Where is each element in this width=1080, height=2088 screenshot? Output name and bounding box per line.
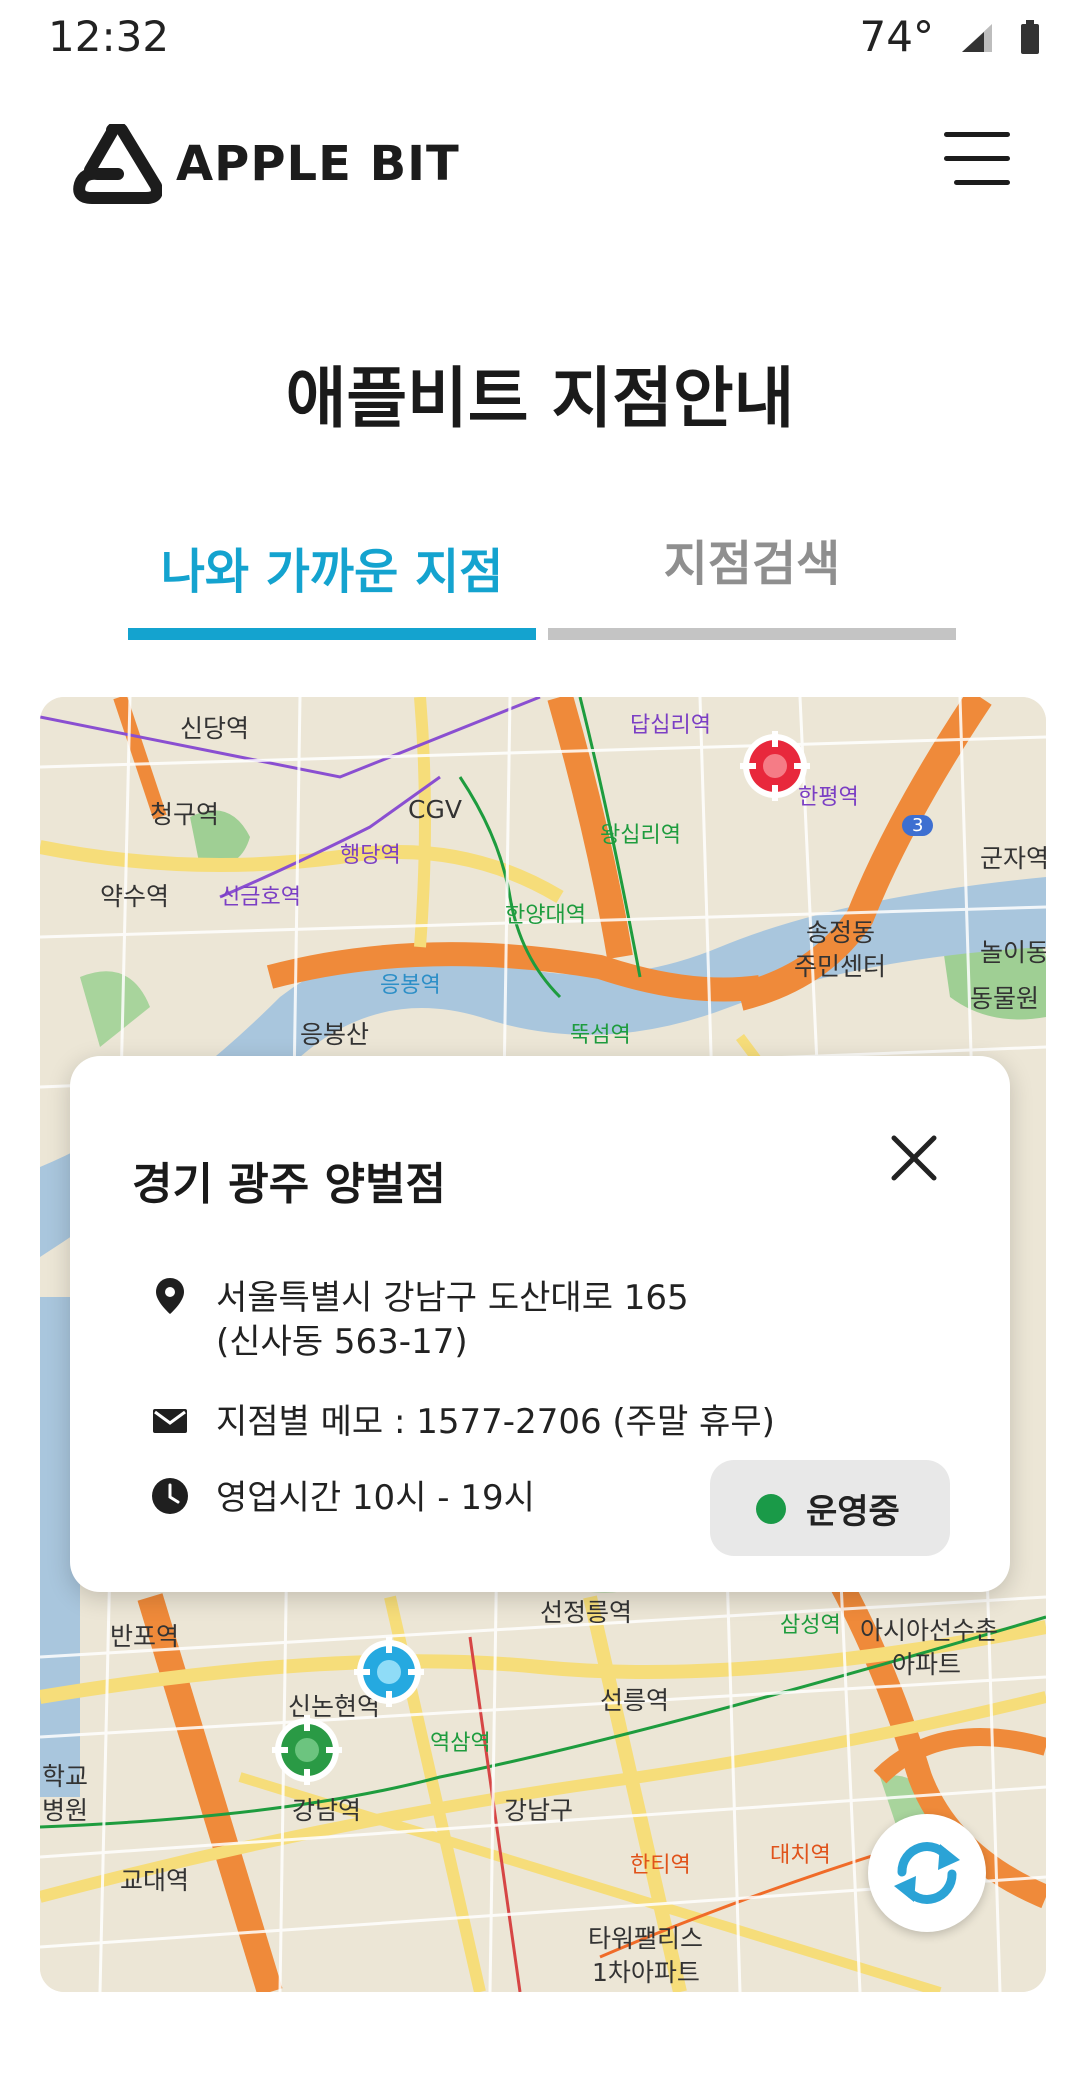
status-dot — [756, 1494, 786, 1524]
apple-bit-logo-icon — [73, 124, 162, 204]
close-icon[interactable] — [888, 1132, 940, 1184]
map-label: 반포역 — [110, 1622, 180, 1651]
map-label: 학교 — [42, 1762, 89, 1791]
operating-status-badge[interactable]: 운영중 — [710, 1460, 950, 1556]
map-label: 타워팰리스 — [588, 1924, 704, 1953]
tab-label: 지점검색 — [663, 536, 841, 592]
map-label: 3 — [902, 815, 934, 836]
status-temperature: 74° — [859, 12, 934, 61]
branch-address-row: 서울특별시 강남구 도산대로 165 (신사동 563-17) — [150, 1276, 689, 1364]
app-header: APPLE BIT — [0, 110, 1080, 220]
map-label: 행당역 — [340, 843, 401, 868]
map-label: 송정동 — [806, 918, 876, 947]
map-label: 삼성역 — [780, 1613, 841, 1638]
map-label: 대치역 — [770, 1843, 831, 1868]
branch-marker-green[interactable] — [272, 1715, 342, 1785]
branch-name: 경기 광주 양벌점 — [132, 1159, 446, 1210]
hamburger-menu-icon[interactable] — [938, 132, 1010, 188]
branch-memo: 지점별 메모 : 1577-2706 (주말 휴무) — [216, 1402, 775, 1442]
map-label: 아시아선수촌 — [860, 1616, 999, 1645]
map-label: 주민센터 — [794, 952, 887, 981]
map-label: 청구역 — [150, 800, 220, 829]
map-label: 한티역 — [630, 1853, 691, 1878]
map-label: 강남역 — [292, 1796, 362, 1825]
map-label: 동물원 — [970, 984, 1040, 1013]
tab-indicator — [548, 628, 956, 640]
logo[interactable]: APPLE BIT — [72, 124, 460, 204]
map-label: CGV — [408, 795, 462, 824]
tab-nearby-branches[interactable]: 나와 가까운 지점 — [128, 520, 536, 640]
map-label: 한양대역 — [505, 903, 586, 928]
page-title: 애플비트 지점안내 — [285, 360, 795, 437]
map-label: 왕십리역 — [600, 823, 681, 848]
branch-marker-red[interactable] — [740, 731, 810, 801]
map-label: 강남구 — [504, 1796, 574, 1825]
logo-text: APPLE BIT — [176, 136, 460, 192]
signal-icon — [962, 23, 992, 52]
status-bar: 12:32 74° — [0, 0, 1080, 76]
branch-info-card: 경기 광주 양벌점 서울특별시 강남구 도산대로 165 (신사동 563-17… — [70, 1056, 1010, 1592]
tab-bar: 나와 가까운 지점 지점검색 — [128, 520, 956, 640]
map-label: 응봉산 — [300, 1020, 370, 1049]
branch-marker-blue[interactable] — [354, 1637, 424, 1707]
clock-icon — [152, 1478, 188, 1514]
address-line-2: (신사동 563-17) — [216, 1322, 468, 1362]
status-label: 운영중 — [806, 1492, 900, 1532]
branch-hours: 영업시간 10시 - 19시 — [216, 1478, 535, 1518]
map-label: 답십리역 — [630, 713, 711, 738]
status-time: 12:32 — [48, 12, 170, 61]
battery-icon — [1021, 19, 1039, 54]
map-label: 아파트 — [892, 1650, 962, 1679]
map-label: 신당역 — [180, 714, 250, 743]
map-label: 선릉역 — [600, 1686, 670, 1715]
refresh-icon — [894, 1842, 960, 1904]
map-label: 역삼역 — [430, 1731, 491, 1756]
tab-branch-search[interactable]: 지점검색 — [548, 520, 956, 640]
address-line-1: 서울특별시 강남구 도산대로 165 — [216, 1278, 689, 1318]
tab-label: 나와 가까운 지점 — [160, 544, 504, 600]
map-label: 교대역 — [120, 1866, 190, 1895]
map-label: 뚝섬역 — [570, 1023, 631, 1048]
location-pin-icon — [156, 1278, 184, 1314]
map-label: 신금호역 — [220, 885, 301, 910]
map-label: 응봉역 — [380, 973, 441, 998]
map-label: 놀이동 — [980, 938, 1046, 967]
mail-icon — [153, 1409, 187, 1433]
branch-address: 서울특별시 강남구 도산대로 165 (신사동 563-17) — [216, 1276, 689, 1364]
branch-hours-row: 영업시간 10시 - 19시 — [150, 1476, 535, 1520]
map-label: 병원 — [42, 1796, 89, 1825]
refresh-button[interactable] — [868, 1814, 986, 1932]
map-label: 1차아파트 — [592, 1958, 700, 1987]
map-label: 선정릉역 — [540, 1598, 633, 1627]
tab-active-indicator — [128, 628, 536, 640]
map-label: 약수역 — [100, 882, 170, 911]
status-indicators: 74° — [860, 12, 1040, 61]
map-label: 군자역 — [980, 844, 1046, 873]
branch-memo-row: 지점별 메모 : 1577-2706 (주말 휴무) — [150, 1400, 775, 1444]
